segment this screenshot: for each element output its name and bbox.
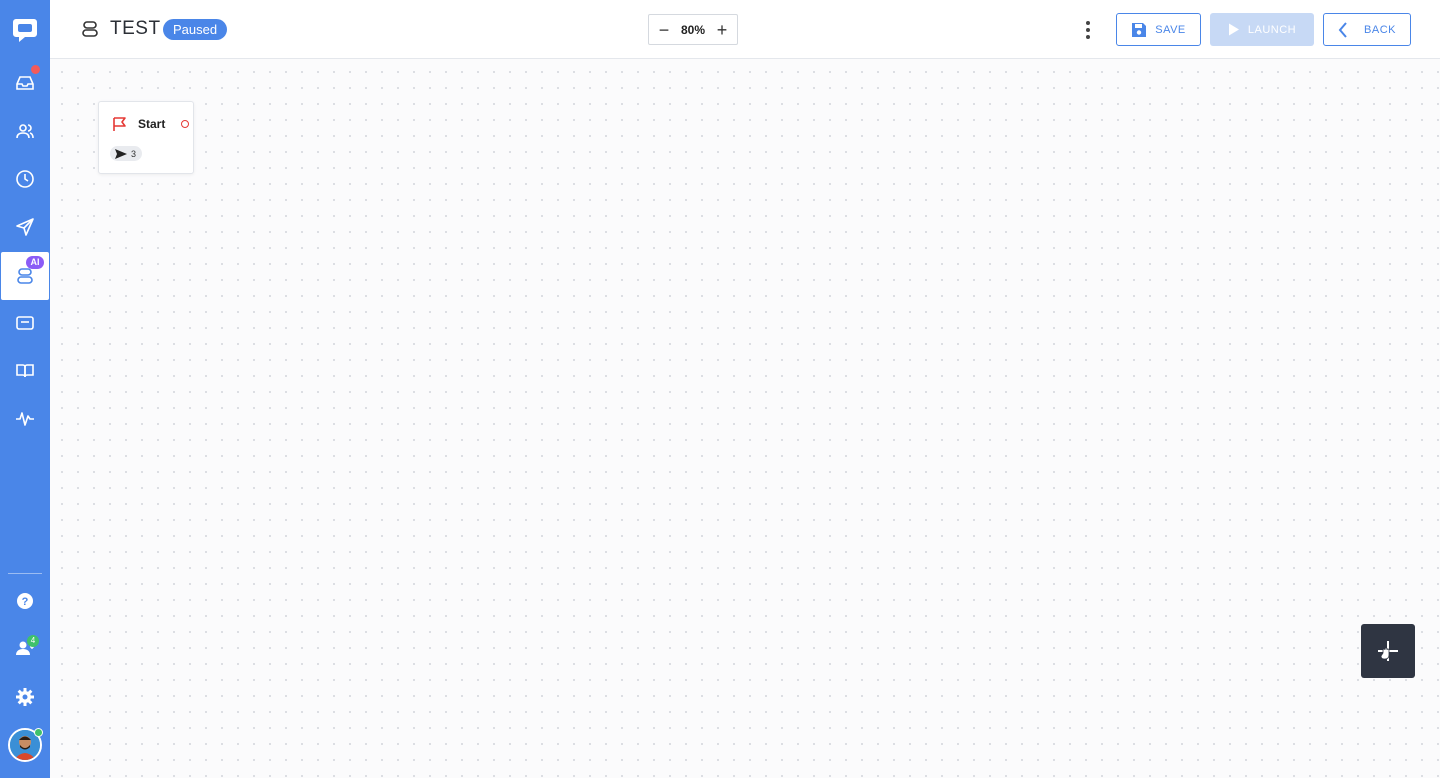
ai-badge: AI	[26, 256, 44, 269]
back-button[interactable]: BACK	[1323, 13, 1411, 46]
svg-text:?: ?	[22, 596, 29, 608]
zoom-out-button[interactable]: −	[657, 21, 671, 39]
sidebar-item-help[interactable]: ?	[0, 577, 50, 625]
activity-icon	[16, 412, 34, 426]
zoom-in-button[interactable]: +	[715, 21, 729, 39]
plus-icon	[1378, 641, 1398, 661]
bot-icon	[80, 19, 100, 39]
notification-dot	[31, 65, 40, 74]
gear-icon	[16, 688, 34, 706]
node-title: Start	[138, 117, 166, 131]
wallet-icon	[16, 316, 34, 330]
book-icon	[16, 364, 34, 378]
node-output-port[interactable]	[181, 120, 189, 128]
send-icon	[115, 148, 127, 159]
sidebar-item-history[interactable]	[0, 155, 50, 203]
help-icon: ?	[17, 593, 33, 609]
sidebar-item-knowledge[interactable]	[0, 347, 50, 395]
chat-logo-icon[interactable]	[12, 17, 38, 43]
bot-icon	[17, 268, 33, 284]
page-title: TEST	[110, 18, 161, 39]
add-node-button[interactable]	[1361, 624, 1415, 678]
play-icon	[1228, 23, 1239, 36]
save-label: SAVE	[1155, 23, 1186, 36]
sidebar-item-inbox[interactable]	[0, 59, 50, 107]
launch-label: LAUNCH	[1247, 23, 1297, 36]
start-node[interactable]: Start 3	[98, 101, 194, 174]
zoom-level: 80%	[680, 22, 706, 37]
contacts-icon	[16, 124, 34, 139]
save-button[interactable]: SAVE	[1116, 13, 1201, 46]
back-label: BACK	[1364, 23, 1396, 36]
flag-icon	[113, 117, 126, 131]
sidebar-item-settings[interactable]	[0, 673, 50, 721]
inbox-icon	[16, 76, 34, 90]
sidebar-item-broadcast[interactable]	[0, 203, 50, 251]
sent-count: 3	[131, 148, 137, 159]
more-options-icon[interactable]	[1084, 20, 1092, 40]
team-badge: 4	[27, 635, 39, 647]
sidebar-divider	[8, 573, 42, 574]
chevron-left-icon	[1338, 21, 1347, 38]
online-status-dot	[34, 728, 43, 737]
sidebar-item-contacts[interactable]	[0, 107, 50, 155]
send-icon	[16, 218, 34, 236]
flow-canvas[interactable]: Start 3	[50, 60, 1440, 778]
zoom-control: − 80% +	[648, 14, 738, 45]
clock-icon	[16, 170, 34, 188]
sidebar-item-team[interactable]	[0, 624, 50, 672]
editor-header: TEST Paused − 80% + SAVE LAUNCH BACK	[50, 0, 1440, 59]
launch-button[interactable]: LAUNCH	[1210, 13, 1314, 46]
status-badge: Paused	[163, 19, 228, 40]
sidebar-item-analytics[interactable]	[0, 395, 50, 443]
sidebar: AI ? 4	[0, 0, 50, 778]
sent-count-badge: 3	[110, 146, 143, 161]
save-icon	[1132, 22, 1147, 37]
sidebar-item-wallet[interactable]	[0, 299, 50, 347]
